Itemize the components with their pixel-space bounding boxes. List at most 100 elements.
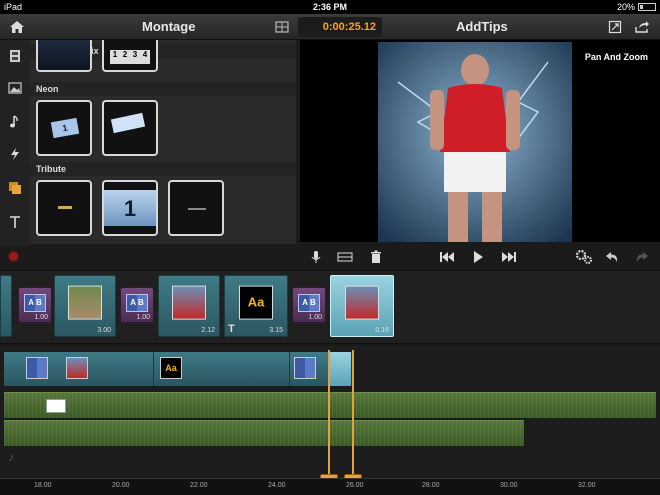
audio-library-button[interactable] [7,114,23,130]
skip-back-icon [440,252,454,262]
text-icon [10,216,20,228]
clip-thumbnail [66,357,88,379]
grid-number: 2 [122,50,128,59]
transition-ab: A B [126,294,148,312]
clock: 2:36 PM [312,2,347,12]
effect-label: Pan And Zoom [584,52,648,62]
grid-number: 1 [112,50,118,59]
grid-number: 3 [132,50,138,59]
grid-number: 4 [142,50,148,59]
trash-icon [371,250,381,263]
clip-duration: 1.00 [34,314,48,321]
skip-forward-button[interactable] [500,249,518,265]
split-clip-button[interactable] [336,249,354,265]
time-ruler: 18.00 20.00 22.00 24.00 26.00 28.00 30.0… [0,478,660,495]
montage-button[interactable] [7,180,23,196]
selected-video-segment[interactable] [330,352,352,386]
transition[interactable]: A B 1.00 [18,287,52,323]
battery-percent: 20% [616,2,635,12]
skip-forward-icon [502,252,516,262]
expand-icon [608,20,622,34]
gears-icon [575,249,592,264]
video-segment[interactable]: Aa [154,352,290,386]
audio-track-1[interactable] [4,392,656,418]
transition-ab: A B [24,294,46,312]
share-button[interactable] [632,18,652,36]
media-type-bar [0,40,30,246]
transitions-button[interactable] [7,146,23,162]
storyboard-clip[interactable]: 3.00 [54,275,116,337]
aspect-button[interactable] [272,18,292,36]
playback-controls [0,246,660,268]
video-segment[interactable] [290,352,330,386]
template-thumb[interactable] [36,180,92,236]
transition-marker [294,357,316,379]
storyboard-clip[interactable] [0,275,12,337]
clip-thumbnail [68,285,102,320]
title-clip-preview: Aa [239,285,273,320]
clip-duration: 0.16 [375,327,389,334]
transition[interactable]: A B 1.00 [120,287,154,323]
delete-button[interactable] [368,249,384,265]
split-icon [337,252,353,262]
play-button[interactable] [470,249,486,265]
clip-duration: 3.15 [269,327,283,334]
video-segment[interactable] [4,352,154,386]
redo-button[interactable] [634,249,650,265]
photo-library-button[interactable] [7,80,23,96]
template-thumb[interactable] [168,180,224,236]
titles-button[interactable] [7,214,23,230]
video-library-button[interactable] [7,48,23,64]
title-clip[interactable]: Aa T 3.15 [224,275,288,337]
waveform [4,421,524,446]
template-preview [38,40,90,70]
library-title: Montage [142,19,196,34]
template-thumb[interactable]: 1 [36,100,92,156]
grid-icon [275,21,289,33]
home-icon [10,21,24,33]
settings-button[interactable] [574,249,594,265]
audio-marker[interactable] [46,399,66,413]
timeline[interactable]: Aa ♪ [0,346,660,478]
record-button[interactable] [8,251,19,262]
montage-library: MultiLayer Mix 1 2 3 4 Neon 1 Tribute 1 [30,40,296,244]
template-thumb[interactable] [36,40,92,72]
clip-thumbnail [345,285,379,320]
selected-clip[interactable]: 0.16 [330,275,394,337]
music-note-icon [10,115,18,128]
video-preview[interactable]: Pan And Zoom [300,40,660,242]
fullscreen-button[interactable] [606,18,624,36]
ruler-tick: 32.00 [578,482,596,489]
trim-end-line [352,350,354,476]
home-button[interactable] [8,18,26,36]
clip-thumbnail [172,285,206,320]
transition[interactable]: A B 1.00 [292,287,326,323]
clip-duration: 1.00 [308,314,322,321]
storyboard-clip[interactable]: 2.12 [158,275,220,337]
ruler-tick: 28.00 [422,482,440,489]
battery-icon [638,3,656,11]
clip-duration: 1.00 [136,314,150,321]
voiceover-button[interactable] [308,249,324,265]
transition-marker [26,357,48,379]
play-icon [474,251,483,263]
video-track: Aa [0,352,660,386]
music-note-icon: ♪ [8,450,14,464]
filmstrip-icon [10,50,20,62]
microphone-icon [311,251,321,263]
transition-ab: A B [298,294,320,312]
undo-button[interactable] [604,249,620,265]
template-thumb[interactable]: 1 [102,180,158,236]
skip-back-button[interactable] [438,249,456,265]
template-thumb[interactable]: 1 2 3 4 [102,40,158,72]
template-thumb[interactable] [102,100,158,156]
ruler-tick: 20.00 [112,482,130,489]
project-title[interactable]: AddTips [456,14,508,40]
audio-track-2[interactable] [4,420,524,446]
player-photo [378,42,572,242]
title-thumbnail: Aa [160,357,182,379]
numbered-grid: 1 2 3 4 [110,50,150,64]
clip-duration: 3.00 [97,327,111,334]
status-bar: iPad 2:36 PM 20% [0,0,660,14]
section-header-tribute: Tribute [30,162,296,176]
